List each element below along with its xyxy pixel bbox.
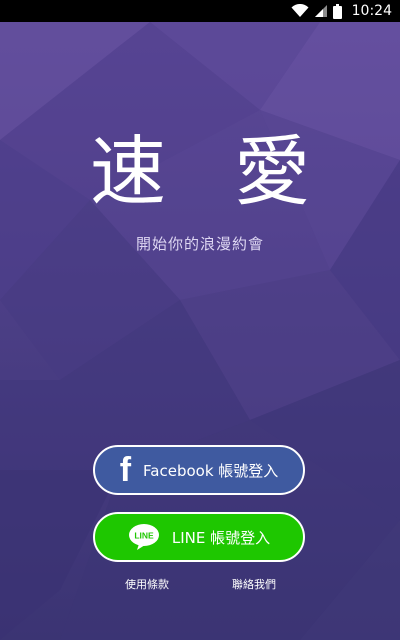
signal-icon — [314, 4, 327, 18]
facebook-login-button[interactable]: f Facebook 帳號登入 — [93, 445, 305, 495]
line-login-button[interactable]: LINE LINE 帳號登入 — [93, 512, 305, 562]
contact-link[interactable]: 聯絡我們 — [232, 576, 276, 592]
status-time: 10:24 — [351, 3, 392, 19]
wifi-icon — [291, 4, 309, 18]
line-logo-text: LINE — [134, 531, 154, 541]
status-bar: 10:24 — [0, 0, 400, 22]
facebook-icon: f — [119, 451, 132, 489]
line-login-label: LINE 帳號登入 — [171, 528, 271, 547]
status-icons: 10:24 — [291, 0, 392, 22]
terms-link[interactable]: 使用條款 — [125, 576, 169, 592]
login-screen: 10:24 速 愛 開始你的浪漫約會 f Facebook 帳號登入 LINE … — [0, 0, 400, 640]
line-icon: LINE — [128, 523, 160, 551]
facebook-login-label: Facebook 帳號登入 — [143, 461, 279, 480]
footer-links: 使用條款 聯絡我們 — [0, 576, 400, 594]
battery-icon — [332, 3, 342, 19]
app-subtitle: 開始你的浪漫約會 — [135, 235, 264, 253]
app-title: 速 愛 — [89, 127, 333, 216]
